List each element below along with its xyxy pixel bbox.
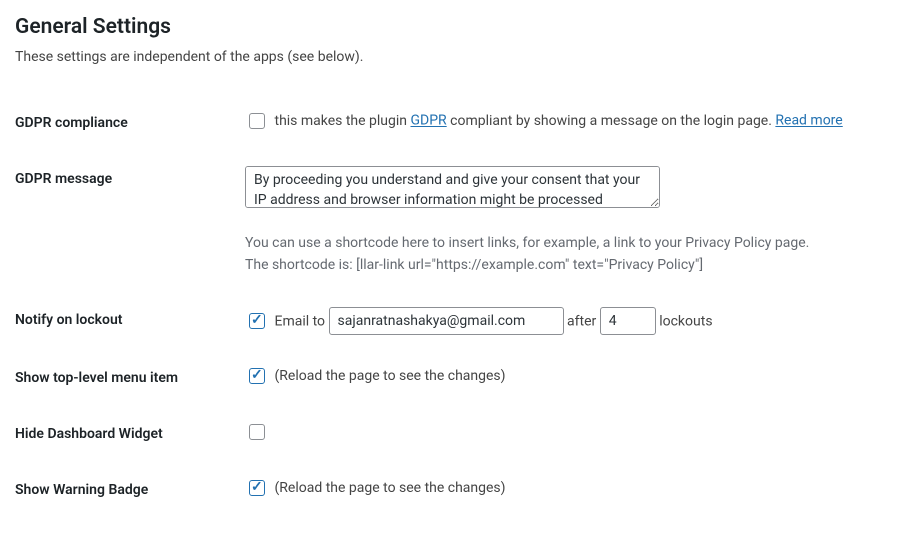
gdpr-compliance-checkbox[interactable] <box>249 113 265 129</box>
show-warning-checkbox[interactable] <box>249 480 265 496</box>
hide-dashboard-label: Hide Dashboard Widget <box>15 406 235 462</box>
show-menu-note: (Reload the page to see the changes) <box>274 368 505 384</box>
hide-dashboard-checkbox[interactable] <box>249 424 265 440</box>
section-title: General Settings <box>15 15 882 39</box>
after-text: after <box>567 313 596 329</box>
settings-table: GDPR compliance this makes the plugin GD… <box>15 95 882 518</box>
gdpr-message-textarea[interactable]: By proceeding you understand and give yo… <box>245 166 660 208</box>
gdpr-compliance-label: GDPR compliance <box>15 95 235 151</box>
email-to-text: Email to <box>274 313 325 329</box>
lockouts-text: lockouts <box>659 313 712 329</box>
gdpr-hint-line1: You can use a shortcode here to insert l… <box>245 232 872 254</box>
notify-email-input[interactable] <box>329 307 564 335</box>
notify-lockout-label: Notify on lockout <box>15 292 235 350</box>
gdpr-hint-line2: The shortcode is: [llar-link url="https:… <box>245 254 872 276</box>
notify-lockout-checkbox[interactable] <box>249 313 265 329</box>
show-menu-label: Show top-level menu item <box>15 350 235 406</box>
section-description: These settings are independent of the ap… <box>15 49 882 65</box>
show-warning-note: (Reload the page to see the changes) <box>274 480 505 496</box>
gdpr-text-before: this makes the plugin <box>274 113 410 129</box>
show-warning-label: Show Warning Badge <box>15 462 235 518</box>
gdpr-message-label: GDPR message <box>15 151 235 292</box>
gdpr-link[interactable]: GDPR <box>411 113 447 129</box>
gdpr-text-after: compliant by showing a message on the lo… <box>447 113 776 129</box>
lockouts-count-input[interactable] <box>600 307 656 335</box>
read-more-link[interactable]: Read more <box>775 113 842 129</box>
gdpr-hint: You can use a shortcode here to insert l… <box>245 232 872 277</box>
show-menu-checkbox[interactable] <box>249 368 265 384</box>
